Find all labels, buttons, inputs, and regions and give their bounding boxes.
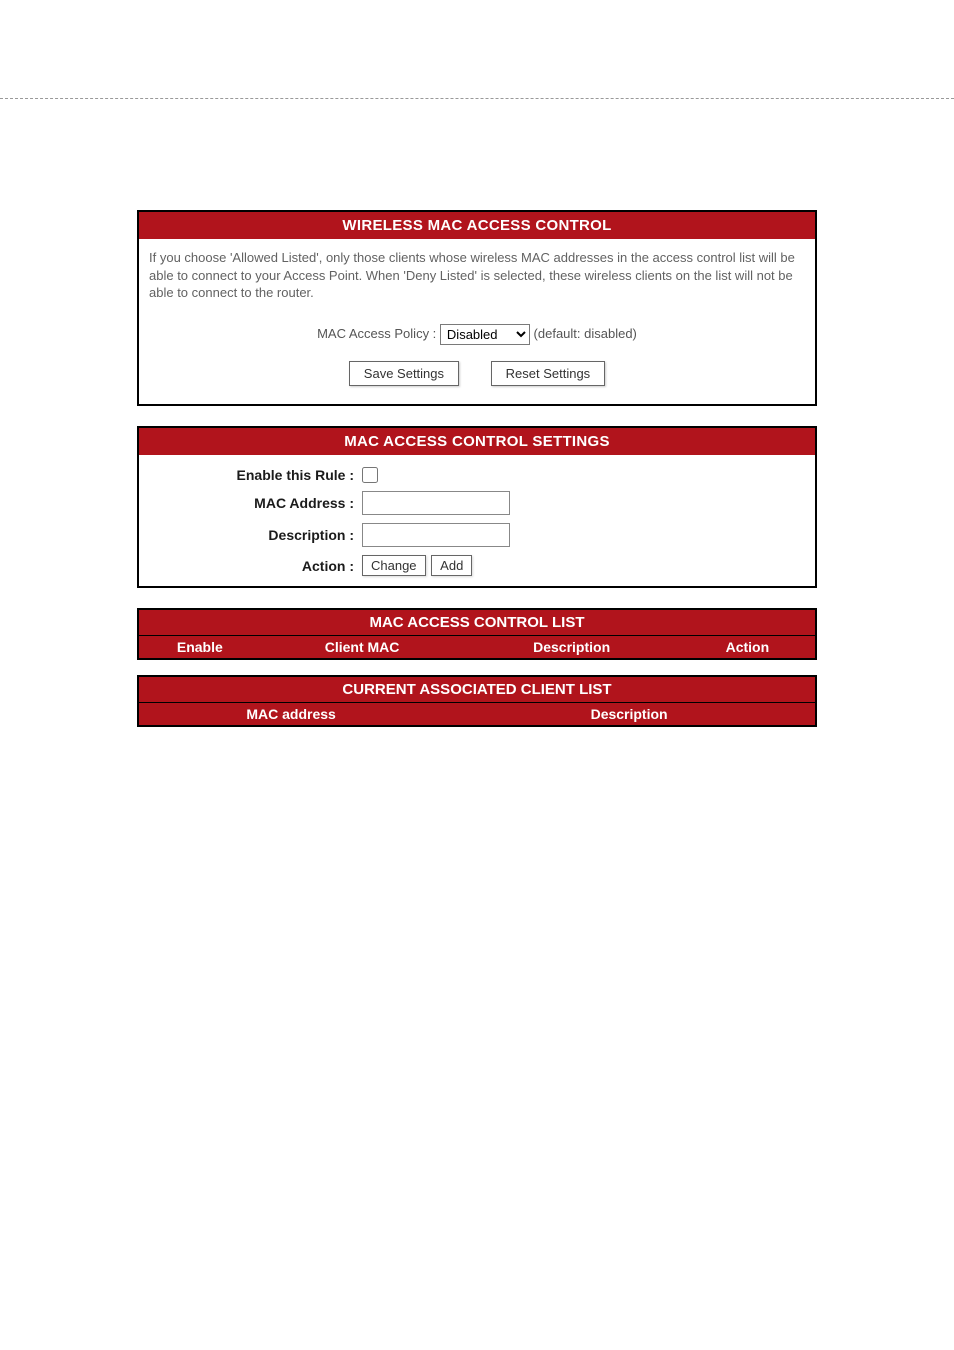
enable-rule-label: Enable this Rule :: [139, 467, 362, 483]
client-list-columns-row: MAC address Description: [139, 702, 815, 725]
mac-address-label: MAC Address :: [139, 495, 362, 511]
description-input[interactable]: [362, 523, 510, 547]
mac-access-policy-select[interactable]: Disabled: [440, 324, 530, 345]
col-mac-address: MAC address: [139, 703, 443, 725]
current-associated-client-list-panel: CURRENT ASSOCIATED CLIENT LIST MAC addre…: [137, 675, 817, 727]
wireless-description-text: If you choose 'Allowed Listed', only tho…: [149, 249, 805, 302]
panel-header-client-list: CURRENT ASSOCIATED CLIENT LIST: [139, 677, 815, 702]
mac-access-control-list-panel: MAC ACCESS CONTROL LIST Enable Client MA…: [137, 608, 817, 660]
action-label: Action :: [139, 558, 362, 574]
wireless-mac-access-control-panel: WIRELESS MAC ACCESS CONTROL If you choos…: [137, 210, 817, 406]
reset-settings-button[interactable]: Reset Settings: [491, 361, 606, 386]
mac-access-control-settings-panel: MAC ACCESS CONTROL SETTINGS Enable this …: [137, 426, 817, 589]
save-settings-button[interactable]: Save Settings: [349, 361, 459, 386]
panel-header-list: MAC ACCESS CONTROL LIST: [139, 610, 815, 635]
description-label: Description :: [139, 527, 362, 543]
col-description: Description: [463, 636, 679, 658]
policy-default-hint: (default: disabled): [534, 326, 637, 341]
col-client-description: Description: [443, 703, 815, 725]
panel-header-wireless: WIRELESS MAC ACCESS CONTROL: [139, 212, 815, 239]
mac-address-input[interactable]: [362, 491, 510, 515]
list-columns-row: Enable Client MAC Description Action: [139, 635, 815, 658]
col-action: Action: [680, 636, 815, 658]
panel-header-settings: MAC ACCESS CONTROL SETTINGS: [139, 428, 815, 455]
col-enable: Enable: [139, 636, 261, 658]
col-client-mac: Client MAC: [261, 636, 464, 658]
add-button[interactable]: Add: [431, 555, 472, 576]
mac-access-policy-label: MAC Access Policy :: [317, 326, 436, 341]
enable-rule-checkbox[interactable]: [362, 467, 378, 483]
change-button[interactable]: Change: [362, 555, 426, 576]
